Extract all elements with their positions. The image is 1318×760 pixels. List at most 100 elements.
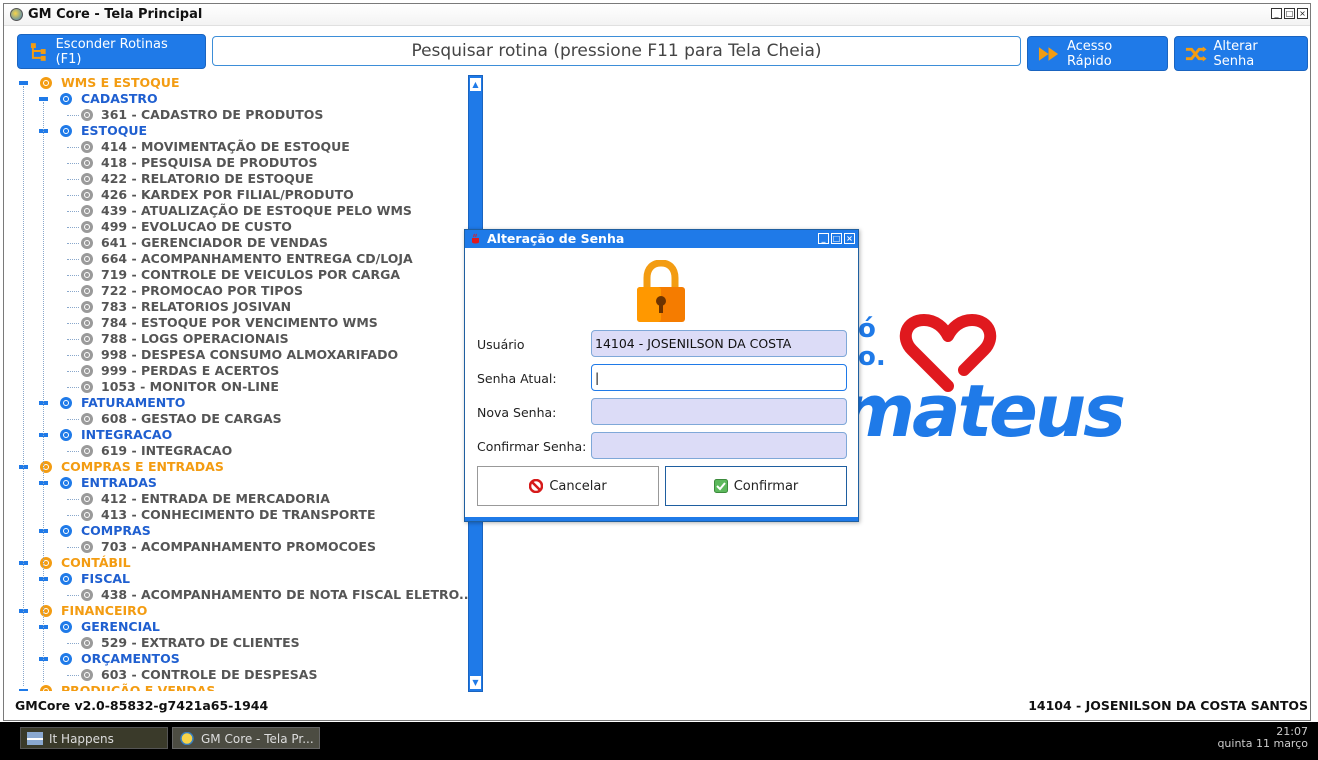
scroll-down-icon[interactable]: ▼ — [470, 676, 481, 689]
tree-routine[interactable]: 641 - GERENCIADOR DE VENDAS — [13, 235, 473, 251]
tree-routine[interactable]: 418 - PESQUISA DE PRODUTOS — [13, 155, 473, 171]
taskbar-item-it-happens[interactable]: It Happens — [20, 727, 168, 749]
tree-routine[interactable]: 788 - LOGS OPERACIONAIS — [13, 331, 473, 347]
tree-label: 784 - ESTOQUE POR VENCIMENTO WMS — [101, 315, 378, 330]
tree-routine[interactable]: 722 - PROMOCAO POR TIPOS — [13, 283, 473, 299]
tree-routine[interactable]: 426 - KARDEX POR FILIAL/PRODUTO — [13, 187, 473, 203]
routine-icon — [81, 541, 93, 553]
collapse-icon[interactable] — [19, 689, 28, 691]
group-icon — [60, 653, 72, 665]
version-status: GMCore v2.0-85832-g7421a65-1944 — [15, 698, 269, 713]
tree-routine[interactable]: 783 - RELATORIOS JOSIVAN — [13, 299, 473, 315]
tree-routine[interactable]: 422 - RELATORIO DE ESTOQUE — [13, 171, 473, 187]
tree-routine[interactable]: 529 - EXTRATO DE CLIENTES — [13, 635, 473, 651]
tree-connector — [67, 227, 79, 228]
dialog-maximize-icon[interactable]: □ — [831, 233, 842, 244]
close-icon[interactable]: × — [1297, 8, 1308, 19]
tree-label: 422 - RELATORIO DE ESTOQUE — [101, 171, 314, 186]
tree-routine[interactable]: 499 - EVOLUCAO DE CUSTO — [13, 219, 473, 235]
tree-connector — [67, 259, 79, 260]
tree-module[interactable]: PRODUÇÃO E VENDAS — [13, 683, 473, 691]
tree-routine[interactable]: 784 - ESTOQUE POR VENCIMENTO WMS — [13, 315, 473, 331]
tree-routine[interactable]: 414 - MOVIMENTAÇÃO DE ESTOQUE — [13, 139, 473, 155]
module-icon — [40, 77, 52, 89]
dialog-minimize-icon[interactable]: _ — [818, 233, 829, 244]
tree-label: 703 - ACOMPANHAMENTO PROMOCOES — [101, 539, 376, 554]
collapse-icon[interactable] — [19, 81, 28, 85]
routine-icon — [81, 269, 93, 281]
confirm-button[interactable]: Confirmar — [665, 466, 847, 506]
tree-label: 414 - MOVIMENTAÇÃO DE ESTOQUE — [101, 139, 350, 154]
tree-group[interactable]: ESTOQUE — [13, 123, 473, 139]
group-icon — [60, 397, 72, 409]
tree-guide-line — [23, 86, 24, 686]
tree-group[interactable]: FATURAMENTO — [13, 395, 473, 411]
tree-label: ENTRADAS — [81, 475, 157, 490]
tree-routine[interactable]: 603 - CONTROLE DE DESPESAS — [13, 667, 473, 683]
shuffle-icon — [1185, 46, 1207, 61]
scroll-up-icon[interactable]: ▲ — [470, 78, 481, 91]
tree-routine[interactable]: 619 - INTEGRACAO — [13, 443, 473, 459]
tree-module[interactable]: FINANCEIRO — [13, 603, 473, 619]
routine-icon — [81, 141, 93, 153]
tree-label: 418 - PESQUISA DE PRODUTOS — [101, 155, 318, 170]
tree-routine[interactable]: 999 - PERDAS E ACERTOS — [13, 363, 473, 379]
tree-group[interactable]: GERENCIAL — [13, 619, 473, 635]
tree-routine[interactable]: 361 - CADASTRO DE PRODUTOS — [13, 107, 473, 123]
tree-routine[interactable]: 703 - ACOMPANHAMENTO PROMOCOES — [13, 539, 473, 555]
new-password-field[interactable] — [591, 398, 847, 425]
tree-connector — [67, 451, 79, 452]
tree-structure-icon — [30, 42, 46, 61]
tree-routine[interactable]: 413 - CONHECIMENTO DE TRANSPORTE — [13, 507, 473, 523]
cancel-button[interactable]: Cancelar — [477, 466, 659, 506]
tree-connector — [67, 179, 79, 180]
tree-routine[interactable]: 1053 - MONITOR ON-LINE — [13, 379, 473, 395]
taskbar-item-gm-core[interactable]: GM Core - Tela Pr... — [172, 727, 320, 749]
tree-label: COMPRAS — [81, 523, 151, 538]
tree-group[interactable]: FISCAL — [13, 571, 473, 587]
routines-tree[interactable]: WMS E ESTOQUE CADASTRO 361 - CADASTRO DE P… — [13, 72, 481, 691]
routine-icon — [81, 205, 93, 217]
cancel-label: Cancelar — [549, 478, 607, 494]
dialog-close-icon[interactable]: × — [844, 233, 855, 244]
tree-group[interactable]: INTEGRACAO — [13, 427, 473, 443]
tree-routine[interactable]: 412 - ENTRADA DE MERCADORIA — [13, 491, 473, 507]
tree-group[interactable]: CADASTRO — [13, 91, 473, 107]
tree-group[interactable]: ORÇAMENTOS — [13, 651, 473, 667]
routine-icon — [81, 365, 93, 377]
tree-module[interactable]: COMPRAS E ENTRADAS — [13, 459, 473, 475]
change-password-button[interactable]: Alterar Senha — [1174, 36, 1308, 71]
tree-routine[interactable]: 998 - DESPESA CONSUMO ALMOXARIFADO — [13, 347, 473, 363]
tree-label: FISCAL — [81, 571, 131, 586]
maximize-icon[interactable]: □ — [1284, 8, 1295, 19]
tree-routine[interactable]: 438 - ACOMPANHAMENTO DE NOTA FISCAL ELET… — [13, 587, 473, 603]
tree-group[interactable]: COMPRAS — [13, 523, 473, 539]
tree-module[interactable]: WMS E ESTOQUE — [13, 75, 473, 91]
tree-label: 722 - PROMOCAO POR TIPOS — [101, 283, 304, 298]
minimize-icon[interactable]: _ — [1271, 8, 1282, 19]
confirm-password-field[interactable] — [591, 432, 847, 459]
tree-connector — [67, 243, 79, 244]
routine-icon — [81, 301, 93, 313]
tree-module[interactable]: CONTÁBIL — [13, 555, 473, 571]
routine-icon — [81, 157, 93, 169]
tree-routine[interactable]: 439 - ATUALIZAÇÃO DE ESTOQUE PELO WMS — [13, 203, 473, 219]
tree-label: 438 - ACOMPANHAMENTO DE NOTA FISCAL ELET… — [101, 587, 474, 602]
tree-routine[interactable]: 719 - CONTROLE DE VEICULOS POR CARGA — [13, 267, 473, 283]
cancel-icon — [529, 479, 544, 493]
tree-connector — [67, 339, 79, 340]
tree-connector — [67, 307, 79, 308]
collapse-icon[interactable] — [39, 97, 48, 101]
search-input[interactable]: Pesquisar rotina (pressione F11 para Tel… — [212, 36, 1021, 66]
hide-routines-button[interactable]: Esconder Rotinas (F1) — [17, 34, 206, 69]
tree-label: ESTOQUE — [81, 123, 148, 138]
group-icon — [60, 429, 72, 441]
current-password-field[interactable]: | — [591, 364, 847, 391]
dialog-title: Alteração de Senha — [487, 231, 625, 246]
tree-label: 788 - LOGS OPERACIONAIS — [101, 331, 289, 346]
tree-group[interactable]: ENTRADAS — [13, 475, 473, 491]
taskbar-item-label: GM Core - Tela Pr... — [201, 732, 314, 746]
tree-routine[interactable]: 664 - ACOMPANHAMENTO ENTREGA CD/LOJA — [13, 251, 473, 267]
quick-access-button[interactable]: Acesso Rápido — [1027, 36, 1168, 71]
tree-routine[interactable]: 608 - GESTAO DE CARGAS — [13, 411, 473, 427]
